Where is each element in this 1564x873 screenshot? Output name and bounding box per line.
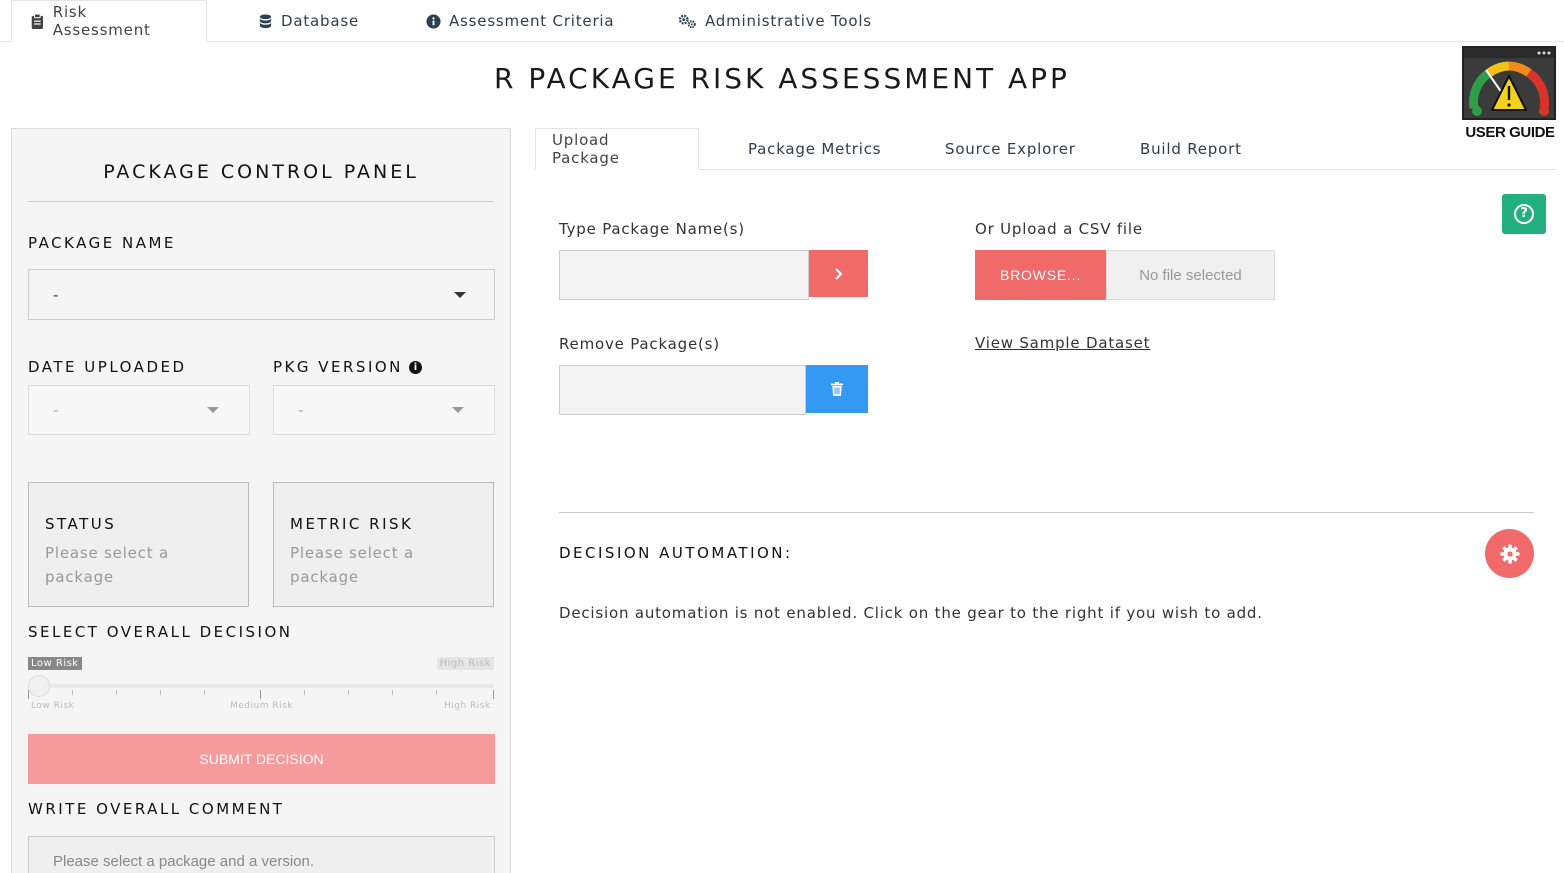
pkg-version-value: -: [298, 401, 304, 419]
tab-label: Assessment Criteria: [449, 12, 615, 30]
slider-tick: [72, 690, 73, 695]
date-uploaded-select[interactable]: -: [28, 385, 250, 435]
browse-button[interactable]: BROWSE...: [975, 250, 1106, 300]
tab-administrative-tools[interactable]: Administrative Tools: [660, 0, 890, 42]
status-card: STATUS Please select a package: [28, 482, 249, 607]
date-uploaded-label: DATE UPLOADED: [28, 358, 187, 376]
slider-tick-label: Low Risk: [31, 701, 75, 711]
divider: [28, 201, 494, 202]
file-status: No file selected: [1106, 250, 1275, 300]
slider-tick: [493, 690, 494, 699]
gauge-warning-icon: [1462, 46, 1556, 120]
pkg-version-label: PKG VERSION i: [273, 358, 422, 376]
slider-handle[interactable]: [28, 675, 50, 697]
info-icon[interactable]: i: [408, 361, 422, 374]
type-package-label: Type Package Name(s): [559, 220, 745, 238]
metric-risk-title: METRIC RISK: [290, 515, 414, 533]
panel-title: PACKAGE CONTROL PANEL: [103, 161, 419, 183]
divider: [559, 512, 1534, 513]
tab-database[interactable]: Database: [240, 0, 377, 42]
remove-package-button[interactable]: [806, 365, 868, 413]
decision-automation-text: Decision automation is not enabled. Clic…: [559, 604, 1263, 622]
tab-upload-package[interactable]: Upload Package: [535, 128, 699, 170]
csv-label: Or Upload a CSV file: [975, 220, 1143, 238]
package-control-panel: PACKAGE CONTROL PANEL PACKAGE NAME - DAT…: [11, 128, 511, 873]
package-name-select[interactable]: -: [28, 269, 495, 320]
package-name-label: PACKAGE NAME: [28, 234, 176, 252]
date-uploaded-value: -: [53, 401, 59, 419]
package-name-value: -: [53, 285, 59, 304]
slider-tick: [260, 690, 261, 699]
submit-decision-button[interactable]: SUBMIT DECISION: [28, 734, 495, 784]
tab-label: Database: [281, 12, 359, 30]
pkg-version-label-text: PKG VERSION: [273, 358, 403, 376]
decision-automation-title: DECISION AUTOMATION:: [559, 544, 793, 562]
slider-track[interactable]: [28, 684, 494, 688]
chevron-down-icon: [454, 291, 466, 298]
chevron-down-icon: [452, 407, 464, 413]
status-text: Please select a package: [45, 544, 169, 586]
slider-max-tag: High Risk: [436, 657, 494, 670]
tab-package-metrics[interactable]: Package Metrics: [732, 128, 897, 170]
pkg-version-select[interactable]: -: [273, 385, 495, 435]
main-nav: Risk Assessment Database Assessment Crit…: [0, 0, 1564, 42]
status-title: STATUS: [45, 515, 117, 533]
decision-slider[interactable]: Low Risk High Risk Low Risk Medium Risk …: [28, 657, 494, 717]
tab-assessment-criteria[interactable]: Assessment Criteria: [408, 0, 632, 42]
tab-label: Administrative Tools: [705, 12, 872, 30]
decision-label: SELECT OVERALL DECISION: [28, 623, 293, 641]
page-title: R PACKAGE RISK ASSESSMENT APP: [494, 62, 1070, 95]
trash-icon: [831, 382, 843, 396]
comment-placeholder: Please select a package and a version.: [53, 853, 314, 870]
help-button[interactable]: ?: [1502, 194, 1546, 234]
tab-build-report[interactable]: Build Report: [1124, 128, 1258, 170]
cogs-icon: [678, 14, 696, 28]
metric-risk-card: METRIC RISK Please select a package: [273, 482, 494, 607]
metric-risk-text: Please select a package: [290, 544, 414, 586]
slider-selected-tag: Low Risk: [28, 657, 82, 670]
package-name-input[interactable]: [559, 250, 809, 300]
question-circle-icon: ?: [1514, 204, 1534, 224]
database-icon: [259, 13, 272, 28]
sub-nav: Upload Package Package Metrics Source Ex…: [535, 128, 1557, 170]
remove-package-input[interactable]: [559, 365, 806, 415]
slider-tick: [204, 690, 205, 695]
slider-tick: [436, 690, 437, 695]
info-circle-icon: [426, 13, 441, 29]
gear-icon: [1500, 544, 1519, 563]
tab-risk-assessment[interactable]: Risk Assessment: [11, 0, 207, 42]
chevron-down-icon: [207, 407, 219, 413]
slider-tick-label: Medium Risk: [230, 701, 294, 711]
clipboard-icon: [31, 13, 43, 29]
slider-tick: [116, 690, 117, 695]
tab-label: Risk Assessment: [52, 3, 151, 39]
comment-input[interactable]: Please select a package and a version.: [28, 836, 495, 873]
slider-tick: [348, 690, 349, 695]
slider-tick: [392, 690, 393, 695]
comment-label: WRITE OVERALL COMMENT: [28, 800, 285, 818]
decision-automation-settings-button[interactable]: [1485, 529, 1534, 578]
slider-tick: [304, 690, 305, 695]
add-package-button[interactable]: [809, 250, 868, 297]
chevron-right-icon: [834, 267, 843, 280]
slider-tick: [160, 690, 161, 695]
slider-tick-label: High Risk: [444, 701, 491, 711]
remove-package-label: Remove Package(s): [559, 335, 720, 353]
view-sample-dataset-link[interactable]: View Sample Dataset: [975, 334, 1150, 352]
tab-source-explorer[interactable]: Source Explorer: [929, 128, 1092, 170]
